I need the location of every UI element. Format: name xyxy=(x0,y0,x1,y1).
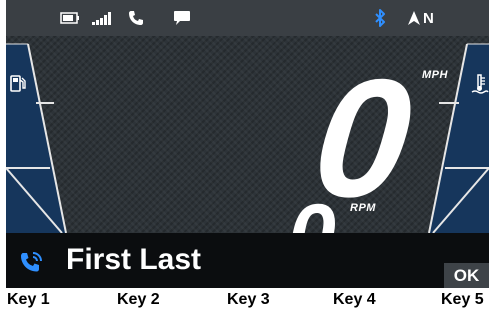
heading-label: N xyxy=(423,9,434,27)
signal-bars-icon xyxy=(92,9,114,27)
status-bar: N xyxy=(6,0,489,36)
ok-button[interactable]: OK xyxy=(444,263,489,288)
fuel-pump-icon xyxy=(10,74,26,97)
key-3-label[interactable]: Key 3 xyxy=(227,291,270,309)
key-labels-row: Key 1 Key 2 Key 3 Key 4 Key 5 xyxy=(0,289,497,309)
message-icon xyxy=(173,9,191,27)
compass-arrow-icon: N xyxy=(408,9,434,27)
speed-unit-label: MPH xyxy=(422,69,448,81)
dashboard-screen: N MPH RPM 0 First Last OK xyxy=(6,0,489,288)
phone-icon xyxy=(128,9,144,27)
key-5-label[interactable]: Key 5 xyxy=(441,291,484,309)
key-1-label[interactable]: Key 1 xyxy=(7,291,50,309)
coolant-temp-icon xyxy=(471,74,489,99)
key-4-label[interactable]: Key 4 xyxy=(333,291,376,309)
phone-call-icon xyxy=(18,250,44,281)
battery-icon xyxy=(60,9,80,27)
bluetooth-icon xyxy=(374,9,386,27)
key-2-label[interactable]: Key 2 xyxy=(117,291,160,309)
caller-name: First Last xyxy=(66,243,202,276)
